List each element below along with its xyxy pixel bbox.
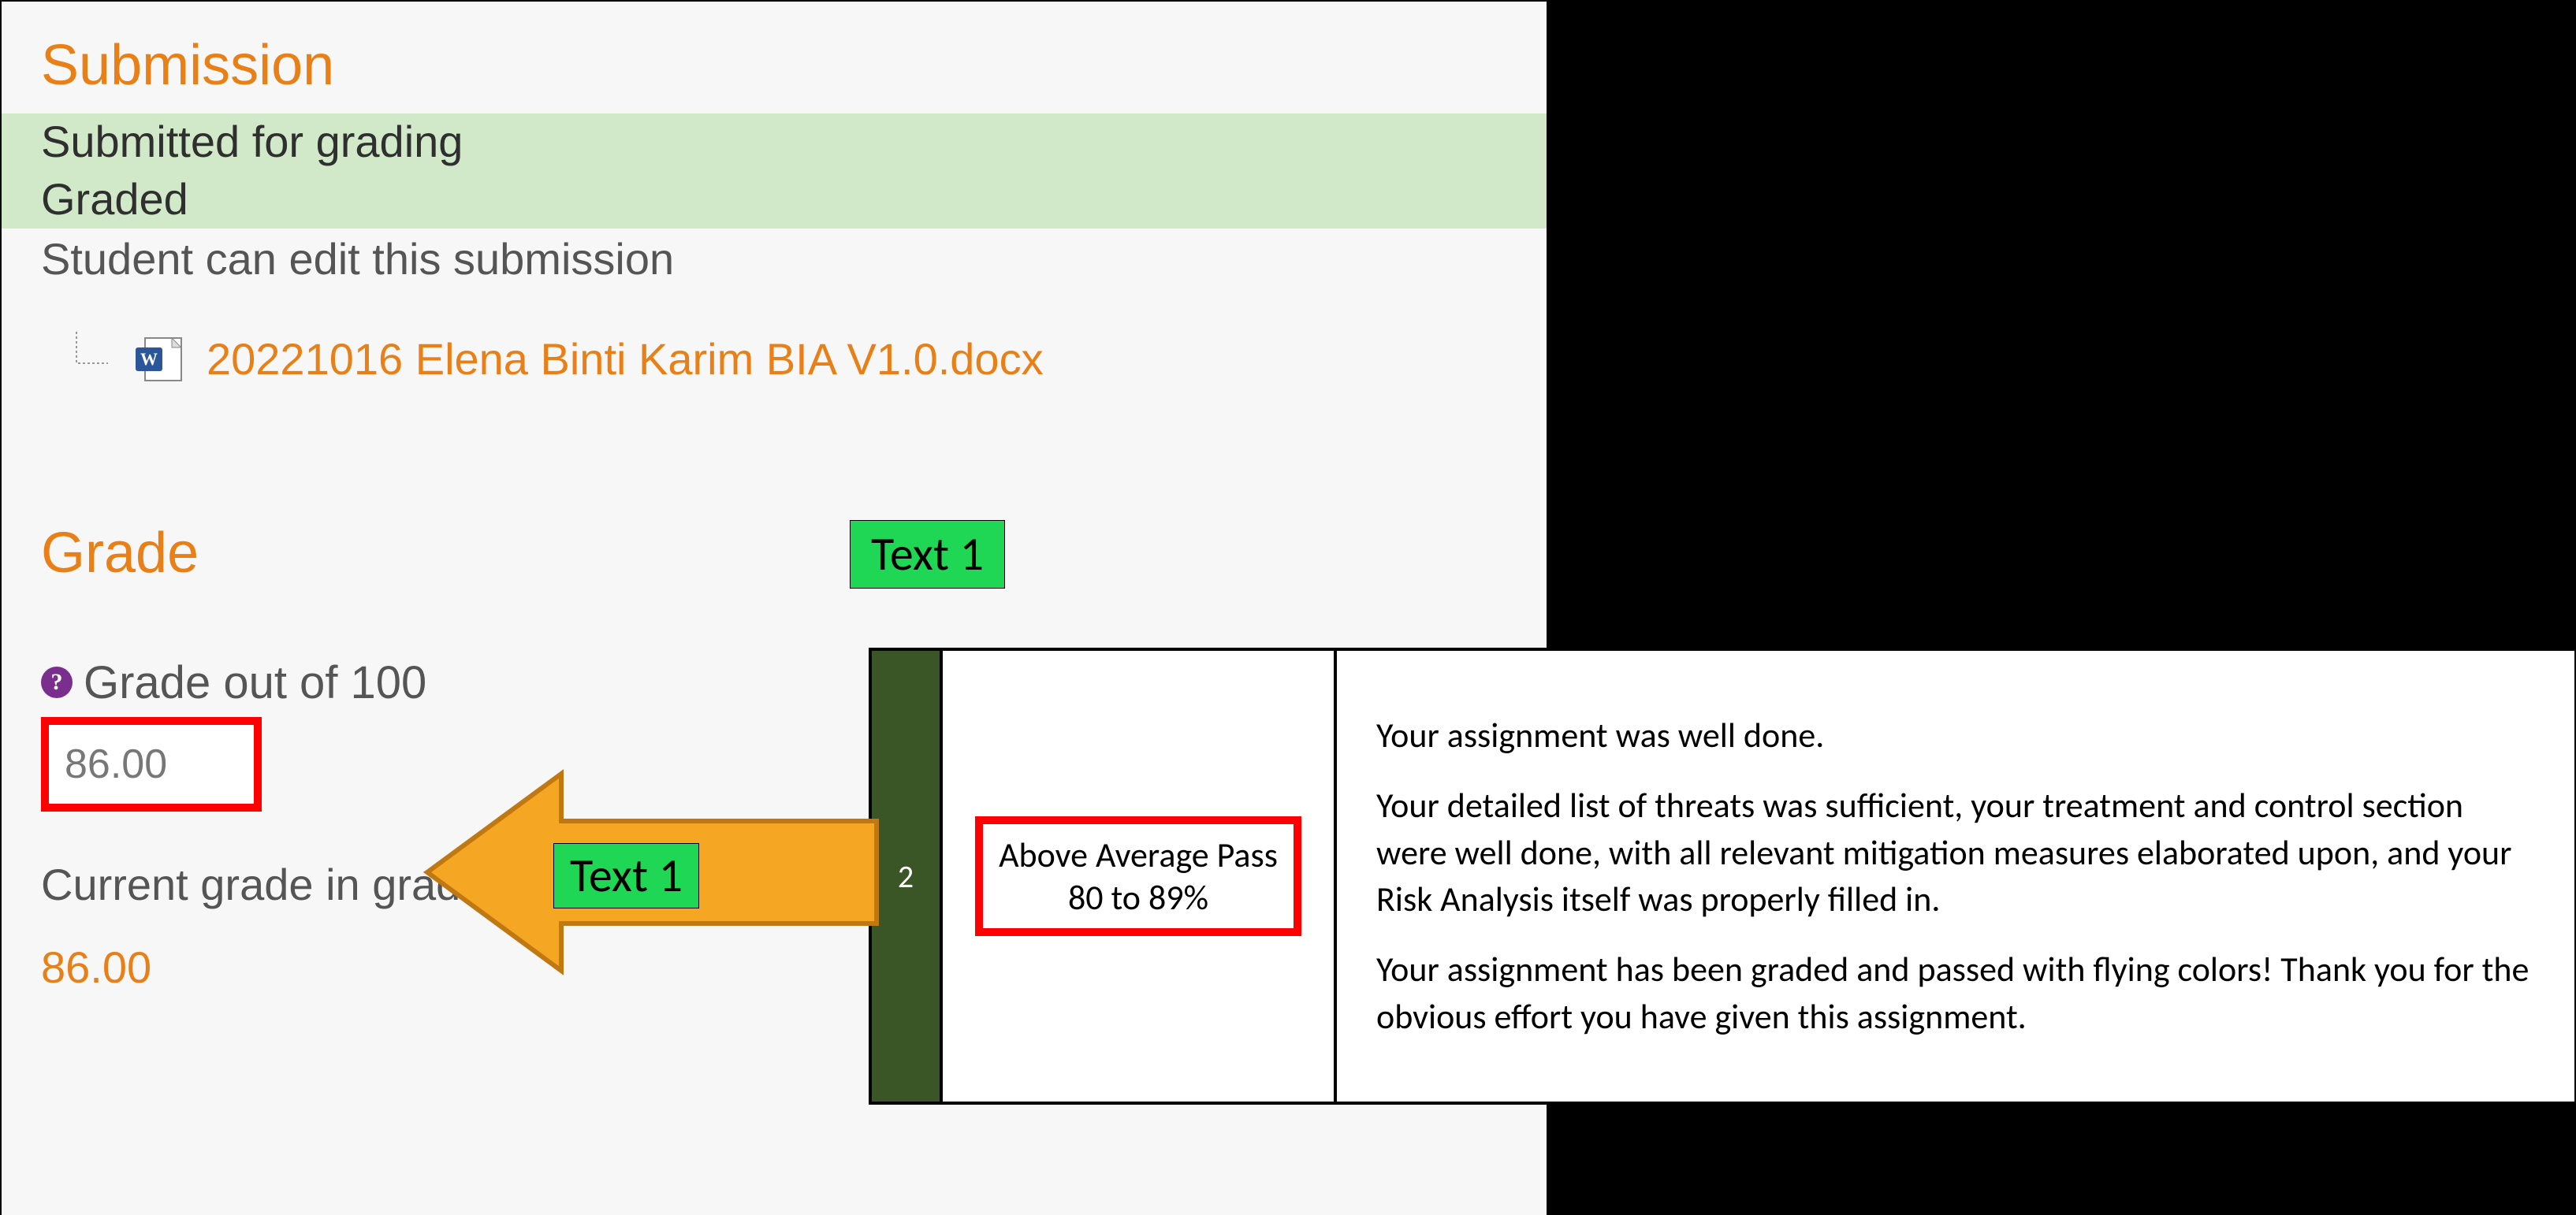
help-icon[interactable]: ? [41,667,73,698]
rubric-feedback-text: Your assignment was well done. Your deta… [1337,651,2574,1102]
tree-branch-icon [73,332,112,387]
right-background [1547,2,2576,648]
annotation-label-arrow: Text 1 [553,843,699,908]
feedback-paragraph-1: Your assignment was well done. [1376,712,2535,759]
svg-text:W: W [140,349,158,369]
app-frame: Submission Submitted for grading Graded … [0,0,2576,1213]
submission-file-row: W 20221016 Elena Binti Karim BIA V1.0.do… [41,332,1507,387]
submission-heading: Submission [41,33,1507,98]
rubric-band-highlight: Above Average Pass 80 to 89% [975,816,1301,936]
grade-input-highlight [41,717,262,812]
annotation-label-top: Text 1 [850,520,1005,589]
status-graded: Graded [41,171,1507,229]
grade-input[interactable] [49,725,254,804]
grade-out-of-label: Grade out of 100 [84,656,426,709]
grade-heading: Grade [41,521,1507,585]
feedback-rubric-table: 2 Above Average Pass 80 to 89% Your assi… [869,648,2576,1105]
rubric-band-title: Above Average Pass [999,834,1278,876]
status-submitted: Submitted for grading [41,113,1507,171]
edit-permission-note: Student can edit this submission [41,233,1507,284]
submission-file-link[interactable]: 20221016 Elena Binti Karim BIA V1.0.docx [207,333,1044,385]
word-document-icon: W [136,336,183,382]
rubric-band-cell: Above Average Pass 80 to 89% [943,651,1337,1102]
submission-status-block: Submitted for grading Graded [2,113,1547,229]
feedback-paragraph-3: Your assignment has been graded and pass… [1376,946,2535,1040]
feedback-paragraph-2: Your detailed list of threats was suffic… [1376,782,2535,923]
rubric-band-range: 80 to 89% [999,876,1278,919]
rubric-row-number: 2 [872,651,943,1102]
